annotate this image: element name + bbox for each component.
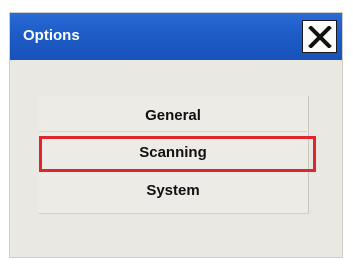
menu-item-general[interactable]: General bbox=[39, 100, 307, 132]
title-bar: Options bbox=[10, 13, 342, 60]
dialog-title: Options bbox=[23, 27, 80, 44]
menu-item-scanning[interactable]: Scanning bbox=[39, 136, 307, 168]
close-button[interactable] bbox=[302, 20, 337, 53]
menu-item-system[interactable]: System bbox=[39, 174, 307, 206]
close-icon bbox=[307, 25, 332, 48]
options-menu: General Scanning System bbox=[39, 96, 309, 214]
